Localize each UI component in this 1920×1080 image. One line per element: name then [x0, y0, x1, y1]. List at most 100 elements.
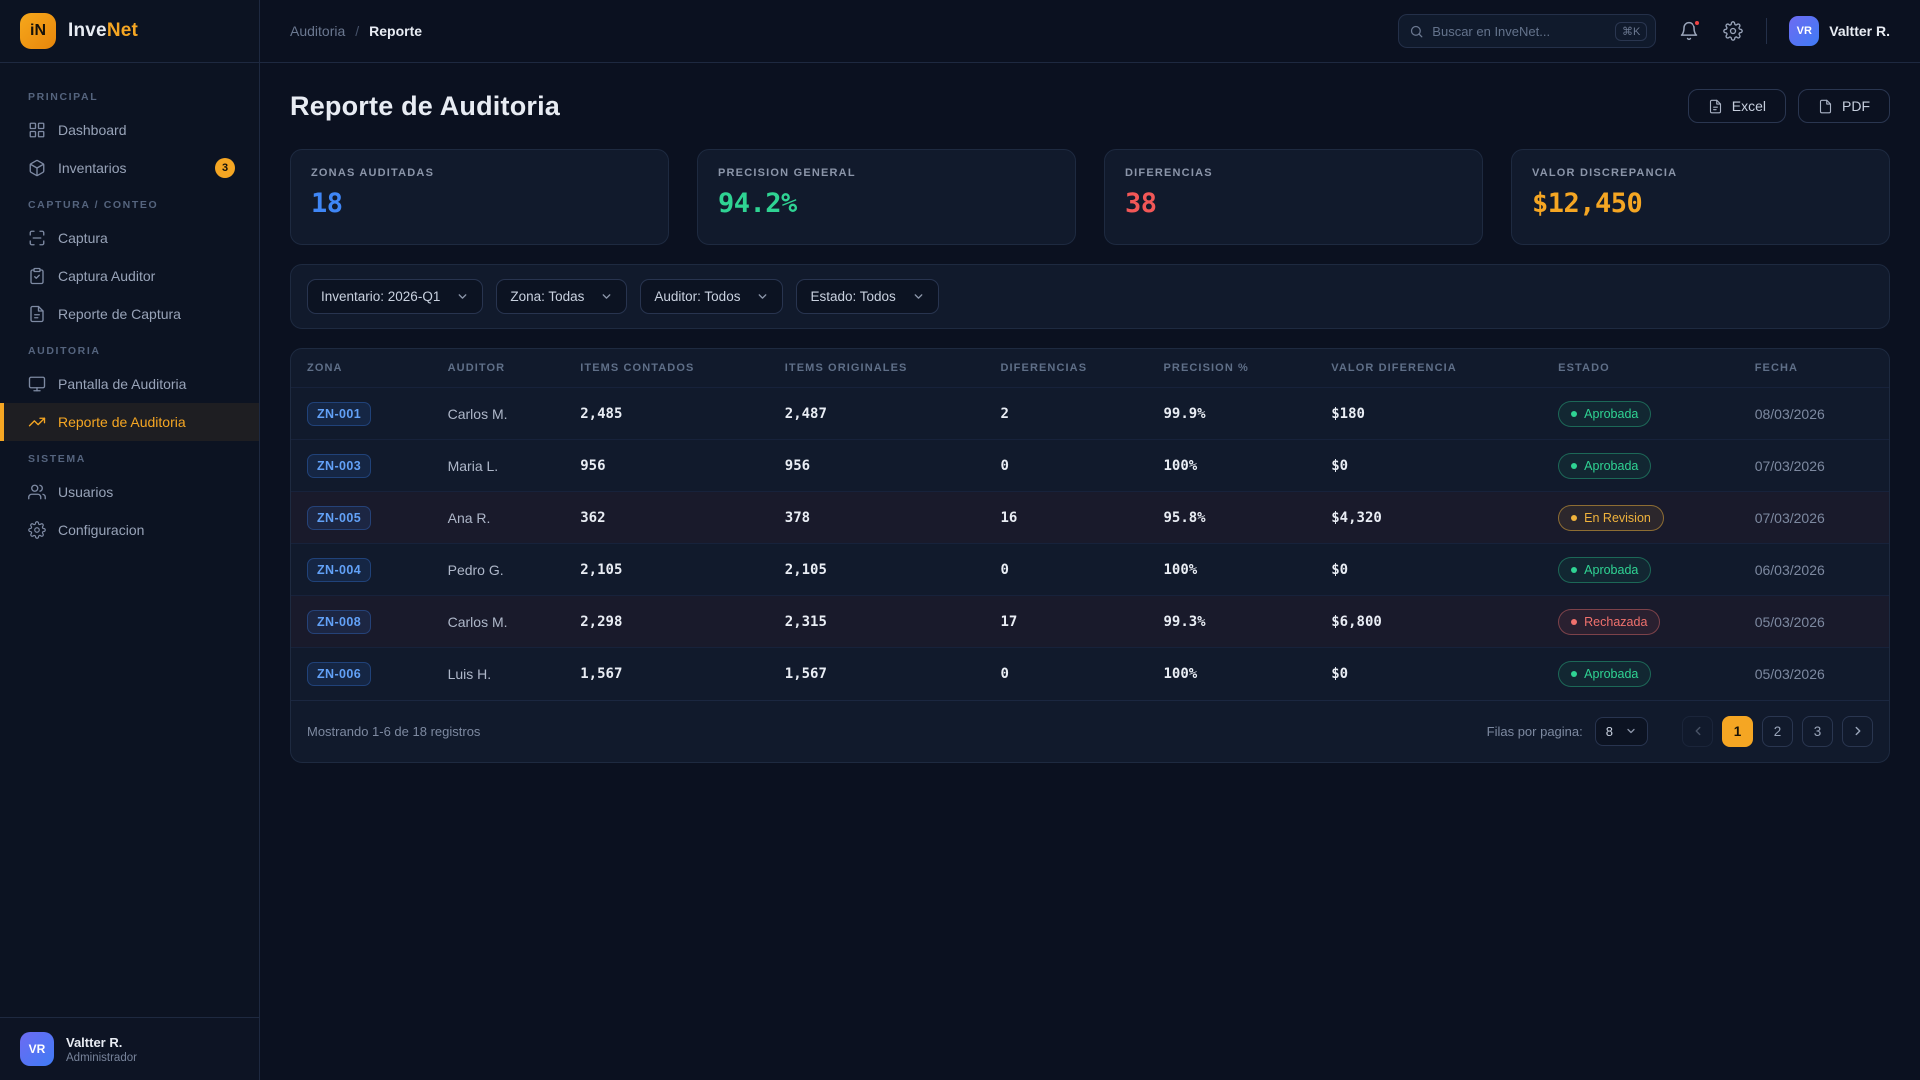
- stat-precision-general: Precision General 94.2%: [697, 149, 1076, 245]
- user-role: Administrador: [66, 1052, 137, 1064]
- brand[interactable]: iN InveNet: [0, 0, 259, 63]
- precision-cell: 95.8%: [1147, 492, 1315, 544]
- breadcrumb-separator: /: [355, 23, 359, 39]
- status-badge: Aprobada: [1558, 401, 1651, 427]
- zone-chip: ZN-001: [307, 402, 371, 426]
- next-page-button[interactable]: [1842, 716, 1873, 747]
- monitor-icon: [28, 375, 46, 393]
- avatar: VR: [1789, 16, 1819, 46]
- chevron-down-icon: [912, 290, 925, 303]
- items-originales-cell: 956: [769, 440, 985, 492]
- status-badge: Aprobada: [1558, 661, 1651, 687]
- stat-value: $12,450: [1532, 188, 1869, 219]
- sidebar-item-label: Dashboard: [58, 122, 127, 138]
- page-button-3[interactable]: 3: [1802, 716, 1833, 747]
- col-fecha: Fecha: [1739, 349, 1889, 388]
- prev-page-button[interactable]: [1682, 716, 1713, 747]
- header-user-name: Valtter R.: [1829, 23, 1890, 39]
- auditor-cell: Ana R.: [432, 492, 565, 544]
- diferencias-cell: 0: [984, 440, 1147, 492]
- diferencias-cell: 0: [984, 544, 1147, 596]
- auditor-cell: Carlos M.: [432, 388, 565, 440]
- sidebar-item-label: Reporte de Captura: [58, 306, 181, 322]
- table-row[interactable]: ZN-008 Carlos M. 2,298 2,315 17 99.3% $6…: [291, 596, 1889, 648]
- users-icon: [28, 483, 46, 501]
- sidebar-item-reporte-auditoria[interactable]: Reporte de Auditoria: [0, 403, 259, 441]
- precision-cell: 99.3%: [1147, 596, 1315, 648]
- status-dot: [1571, 411, 1577, 417]
- items-originales-cell: 2,105: [769, 544, 985, 596]
- sidebar-item-configuracion[interactable]: Configuracion: [0, 511, 259, 549]
- trend-icon: [28, 413, 46, 431]
- table-row[interactable]: ZN-003 Maria L. 956 956 0 100% $0 Aproba…: [291, 440, 1889, 492]
- main-content: Reporte de Auditoria Excel PDF Zonas Aud…: [260, 63, 1920, 1080]
- table-row[interactable]: ZN-001 Carlos M. 2,485 2,487 2 99.9% $18…: [291, 388, 1889, 440]
- valor-diferencia-cell: $0: [1315, 544, 1542, 596]
- breadcrumb-section[interactable]: Auditoria: [290, 23, 345, 39]
- stat-value: 94.2%: [718, 188, 1055, 219]
- audit-table: Zona Auditor Items Contados Items Origin…: [291, 349, 1889, 700]
- valor-diferencia-cell: $0: [1315, 440, 1542, 492]
- sidebar-item-dashboard[interactable]: Dashboard: [0, 111, 259, 149]
- col-estado: Estado: [1542, 349, 1739, 388]
- file-text-icon: [1708, 99, 1723, 114]
- diferencias-cell: 2: [984, 388, 1147, 440]
- topbar: Auditoria / Reporte ⌘K VR Valtter R.: [260, 0, 1920, 63]
- stat-value: 18: [311, 188, 648, 219]
- export-excel-button[interactable]: Excel: [1688, 89, 1786, 123]
- chevron-down-icon: [756, 290, 769, 303]
- table-row[interactable]: ZN-006 Luis H. 1,567 1,567 0 100% $0 Apr…: [291, 648, 1889, 700]
- items-contados-cell: 2,105: [564, 544, 769, 596]
- chevron-left-icon: [1691, 724, 1705, 738]
- sidebar-item-label: Pantalla de Auditoria: [58, 376, 186, 392]
- search-input[interactable]: [1432, 24, 1607, 39]
- valor-diferencia-cell: $6,800: [1315, 596, 1542, 648]
- sidebar: iN InveNet Principal Dashboard Inventari…: [0, 0, 260, 1080]
- status-dot: [1571, 463, 1577, 469]
- notifications-button[interactable]: [1678, 20, 1700, 42]
- filter-inventario[interactable]: Inventario: 2026-Q1: [307, 279, 483, 314]
- sidebar-item-reporte-captura[interactable]: Reporte de Captura: [0, 295, 259, 333]
- pagination: 1 2 3: [1682, 716, 1873, 747]
- filter-auditor[interactable]: Auditor: Todos: [640, 279, 783, 314]
- header-user-menu[interactable]: VR Valtter R.: [1789, 16, 1890, 46]
- table-row[interactable]: ZN-005 Ana R. 362 378 16 95.8% $4,320 En…: [291, 492, 1889, 544]
- sidebar-item-captura[interactable]: Captura: [0, 219, 259, 257]
- header-divider: [1766, 18, 1767, 44]
- sidebar-item-label: Inventarios: [58, 160, 126, 176]
- precision-cell: 100%: [1147, 440, 1315, 492]
- global-search[interactable]: ⌘K: [1398, 14, 1656, 48]
- sidebar-item-pantalla-auditoria[interactable]: Pantalla de Auditoria: [0, 365, 259, 403]
- page-button-1[interactable]: 1: [1722, 716, 1753, 747]
- filter-zona[interactable]: Zona: Todas: [496, 279, 627, 314]
- brand-name: InveNet: [68, 20, 138, 42]
- settings-button[interactable]: [1722, 20, 1744, 42]
- table-row[interactable]: ZN-004 Pedro G. 2,105 2,105 0 100% $0 Ap…: [291, 544, 1889, 596]
- chevron-down-icon: [600, 290, 613, 303]
- zone-chip: ZN-008: [307, 610, 371, 634]
- sidebar-user[interactable]: VR Valtter R. Administrador: [0, 1017, 259, 1080]
- zone-chip: ZN-004: [307, 558, 371, 582]
- sidebar-item-inventarios[interactable]: Inventarios 3: [0, 149, 259, 187]
- stat-zonas-auditadas: Zonas Auditadas 18: [290, 149, 669, 245]
- sidebar-item-label: Captura Auditor: [58, 268, 155, 284]
- col-precision: Precision %: [1147, 349, 1315, 388]
- page-button-2[interactable]: 2: [1762, 716, 1793, 747]
- notification-dot: [1693, 19, 1701, 27]
- sidebar-item-usuarios[interactable]: Usuarios: [0, 473, 259, 511]
- filter-estado[interactable]: Estado: Todos: [796, 279, 938, 314]
- stat-label: Valor Discrepancia: [1532, 167, 1869, 179]
- export-pdf-button[interactable]: PDF: [1798, 89, 1890, 123]
- col-diferencias: Diferencias: [984, 349, 1147, 388]
- rows-per-page-select[interactable]: 8: [1595, 717, 1648, 746]
- search-shortcut-badge: ⌘K: [1615, 22, 1647, 41]
- nav-section-principal: Principal: [0, 79, 259, 111]
- items-contados-cell: 2,298: [564, 596, 769, 648]
- inventarios-count-badge: 3: [215, 158, 235, 178]
- diferencias-cell: 0: [984, 648, 1147, 700]
- items-contados-cell: 2,485: [564, 388, 769, 440]
- sidebar-item-captura-auditor[interactable]: Captura Auditor: [0, 257, 259, 295]
- status-dot: [1571, 671, 1577, 677]
- auditor-cell: Carlos M.: [432, 596, 565, 648]
- stat-label: Zonas Auditadas: [311, 167, 648, 179]
